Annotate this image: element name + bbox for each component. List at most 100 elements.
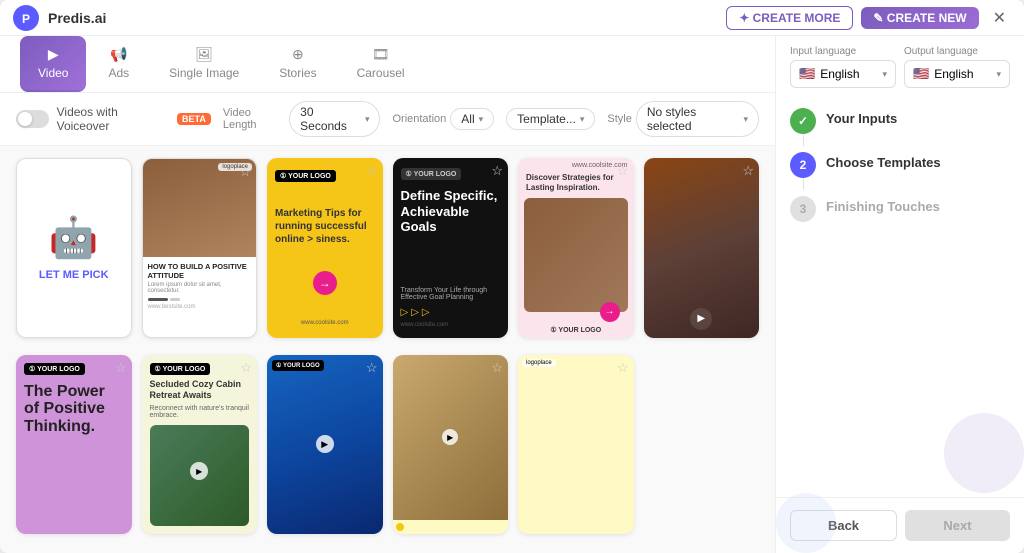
video-length-label: Video Length — [223, 107, 285, 131]
template-card-person[interactable]: ☆ ▶ — [644, 158, 760, 338]
right-panel-header: Input language 🇺🇸 English ▾ Output langu… — [776, 36, 1024, 98]
favorite-icon: ☆ — [366, 360, 378, 376]
tab-carousel[interactable]: 🎞 Carousel — [339, 36, 423, 92]
template-card-empty-yellow[interactable]: ☆ logoplace — [518, 355, 634, 535]
empty-yellow-logo-label: logoplace — [522, 359, 556, 367]
power-logo: ① YOUR LOGO — [24, 363, 85, 375]
template-grid: 🤖 LET ME PICK ☆ logoplace HOW TO BUILD A… — [0, 146, 775, 553]
create-new-button[interactable]: ✎ CREATE NEW — [861, 7, 978, 29]
orientation-select[interactable]: All ▾ — [450, 108, 494, 130]
orientation-value: All — [461, 112, 474, 126]
template-card-cozy[interactable]: ☆ ① YOUR LOGO Secluded Cozy Cabin Retrea… — [142, 355, 258, 535]
output-language-dropdown[interactable]: 🇺🇸 English ▾ — [904, 60, 1010, 88]
voiceover-label: Videos with Voiceover — [57, 105, 169, 133]
input-language-chevron-icon: ▾ — [882, 69, 887, 80]
topbar-right: ✦ CREATE MORE ✎ CREATE NEW ✕ — [726, 6, 1012, 30]
output-language-value: English — [934, 67, 973, 81]
template-filter: Template... ▾ — [506, 108, 595, 130]
template-label: Template... — [517, 112, 576, 126]
how-to-url: www.bestsite.com — [148, 304, 252, 310]
beta-badge: BETA — [177, 113, 211, 125]
next-button[interactable]: Next — [905, 510, 1010, 541]
cozy-play-btn: ▶ — [190, 462, 208, 480]
create-more-button[interactable]: ✦ CREATE MORE — [726, 6, 853, 30]
tab-stories[interactable]: ⊕ Stories — [261, 36, 334, 92]
input-language-value: English — [820, 67, 859, 81]
output-language-flag: 🇺🇸 — [913, 66, 929, 82]
let-me-pick-text: LET ME PICK — [39, 269, 109, 281]
robot-icon: 🤖 — [49, 214, 99, 261]
template-card-define[interactable]: ☆ ① YOUR LOGO Define Specific, Achievabl… — [393, 158, 509, 338]
video-length-select[interactable]: 30 Seconds ▾ — [289, 101, 380, 137]
back-button[interactable]: Back — [790, 510, 897, 541]
input-language-label: Input language — [790, 46, 896, 57]
template-card-power[interactable]: ☆ ① YOUR LOGO The Power of Positive Thin… — [16, 355, 132, 535]
favorite-icon: ☆ — [491, 163, 503, 179]
template-card-outdoors[interactable]: ☆ ① YOUR LOGO ▶ — [267, 355, 383, 535]
orientation-chevron-icon: ▾ — [479, 114, 484, 125]
tab-carousel-label: Carousel — [357, 66, 405, 80]
style-filter: Style No styles selected ▾ — [607, 101, 759, 137]
outdoors-logo: ① YOUR LOGO — [272, 360, 324, 371]
single-image-tab-icon: 🖼 — [195, 46, 213, 63]
template-card-discover[interactable]: ☆ www.coolsite.com Discover Strategies f… — [518, 158, 634, 338]
favorite-icon: ☆ — [491, 360, 503, 376]
template-card-marketing[interactable]: ☆ ① YOUR LOGO Marketing Tips for running… — [267, 158, 383, 338]
svg-text:P: P — [22, 12, 30, 26]
how-to-subtitle: Lorem ipsum dolor sit amet, consectetur. — [148, 282, 252, 294]
filter-bar: Videos with Voiceover BETA Video Length … — [0, 93, 775, 146]
step-3-circle: 3 — [790, 196, 816, 222]
template-card-how-to[interactable]: ☆ logoplace HOW TO BUILD A POSITIVE ATTI… — [142, 158, 258, 338]
tab-single-image-label: Single Image — [169, 66, 239, 80]
favorite-icon: ☆ — [617, 163, 629, 179]
video-length-filter: Video Length 30 Seconds ▾ — [223, 101, 381, 137]
left-panel: ▶ Video 📢 Ads 🖼 Single Image ⊕ Stories 🎞 — [0, 36, 776, 553]
input-language-select: Input language 🇺🇸 English ▾ — [790, 46, 896, 88]
favorite-icon: ☆ — [742, 163, 754, 179]
predis-logo-icon: P — [12, 4, 40, 32]
voiceover-toggle[interactable] — [16, 110, 49, 128]
define-sub-text: Transform Your Life through Effective Go… — [401, 287, 501, 301]
app-title: Predis.ai — [48, 10, 106, 26]
stepper: ✓ Your Inputs 2 Choose Templates 3 Finis… — [776, 98, 1024, 497]
app-container: P Predis.ai ✦ CREATE MORE ✎ CREATE NEW ✕… — [0, 0, 1024, 553]
style-label: Style — [607, 113, 631, 125]
style-chevron-icon: ▾ — [743, 114, 748, 125]
output-language-chevron-icon: ▾ — [996, 69, 1001, 80]
favorite-icon: ☆ — [617, 360, 629, 376]
favorite-icon: ☆ — [240, 360, 252, 376]
how-to-title: HOW TO BUILD A POSITIVE ATTITUDE — [148, 262, 252, 280]
discover-image: → — [524, 198, 628, 312]
template-card-let-me-pick[interactable]: 🤖 LET ME PICK — [16, 158, 132, 338]
tab-single-image[interactable]: 🖼 Single Image — [151, 36, 257, 92]
output-language-select: Output language 🇺🇸 English ▾ — [904, 46, 1010, 88]
step-1-circle: ✓ — [790, 108, 816, 134]
define-url: www.coolsite.com — [401, 322, 501, 328]
template-chevron-icon: ▾ — [580, 114, 585, 125]
template-select[interactable]: Template... ▾ — [506, 108, 595, 130]
template-card-couple[interactable]: ☆ ▶ — [393, 355, 509, 535]
tab-bar: ▶ Video 📢 Ads 🖼 Single Image ⊕ Stories 🎞 — [0, 36, 775, 93]
outdoors-play-btn: ▶ — [316, 435, 334, 453]
video-length-chevron-icon: ▾ — [365, 114, 370, 125]
marketing-main-text: Marketing Tips for running successful on… — [275, 207, 375, 246]
step-2: 2 Choose Templates — [790, 152, 1010, 178]
close-button[interactable]: ✕ — [987, 6, 1012, 30]
tab-video-label: Video — [38, 66, 68, 80]
topbar: P Predis.ai ✦ CREATE MORE ✎ CREATE NEW ✕ — [0, 0, 1024, 36]
input-language-flag: 🇺🇸 — [799, 66, 815, 82]
video-length-value: 30 Seconds — [300, 105, 361, 133]
carousel-tab-icon: 🎞 — [372, 46, 390, 63]
video-tab-icon: ▶ — [48, 46, 59, 63]
tab-ads[interactable]: 📢 Ads — [90, 36, 147, 92]
tab-video[interactable]: ▶ Video — [20, 36, 86, 92]
ads-tab-icon: 📢 — [110, 46, 127, 63]
cozy-subtitle: Reconnect with nature's tranquil embrace… — [150, 405, 250, 419]
orientation-filter: Orientation All ▾ — [392, 108, 494, 130]
couple-play-btn: ▶ — [442, 429, 458, 445]
style-select[interactable]: No styles selected ▾ — [636, 101, 759, 137]
step-2-circle: 2 — [790, 152, 816, 178]
orientation-label: Orientation — [392, 113, 446, 125]
input-language-dropdown[interactable]: 🇺🇸 English ▾ — [790, 60, 896, 88]
tab-stories-label: Stories — [279, 66, 316, 80]
